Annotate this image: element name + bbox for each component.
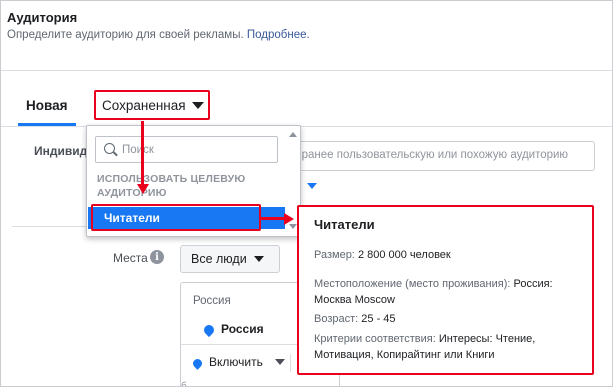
dropdown-section-title: ИСПОЛЬЗОВАТЬ ЦЕЛЕВУЮ АУДИТОРИЮ — [97, 173, 246, 199]
annotation-arrow-head — [284, 212, 294, 225]
card-title: Читатели — [314, 217, 375, 232]
location-pin-icon — [201, 322, 217, 338]
info-icon[interactable]: i — [150, 250, 164, 264]
location-item-label: Россия — [221, 322, 264, 336]
dropdown-search-placeholder: Поиск — [122, 143, 154, 156]
card-age-label: Возраст: — [314, 313, 359, 325]
chevron-down-icon — [274, 359, 285, 365]
location-country-header: Россия — [193, 295, 231, 307]
all-people-dropdown[interactable]: Все люди — [180, 245, 280, 273]
card-size-value: 2 800 000 человек — [357, 249, 451, 261]
chevron-down-icon — [253, 256, 264, 262]
section-subtitle: Определите аудиторию для своей рекламы. … — [7, 29, 310, 41]
section-title: Аудитория — [7, 10, 78, 25]
chevron-down-icon[interactable] — [307, 183, 317, 189]
more-link[interactable]: Подробнее. — [247, 29, 310, 41]
card-criteria-label: Критерии соответствия: — [314, 333, 436, 345]
card-location: Местоположение (место проживания): Росси… — [314, 276, 584, 308]
annotation-arrow-head — [136, 184, 149, 194]
audience-info-card: Читатели Размер: 2 800 000 человек Место… — [297, 205, 594, 375]
card-size: Размер: 2 800 000 человек — [314, 247, 584, 263]
include-separator — [290, 354, 291, 372]
annotation-arrow-line — [261, 217, 285, 220]
audience-search-input[interactable]: о ранее пользовательскую или похожую ауд… — [290, 141, 595, 171]
tab-saved-label: Сохраненная — [102, 97, 186, 113]
card-location-label: Местоположение (место проживания): — [314, 278, 511, 290]
places-label: Места — [113, 251, 148, 265]
card-age-value: 25 - 45 — [361, 313, 396, 325]
chevron-down-icon — [191, 101, 204, 109]
custom-audience-label: Индивид — [34, 144, 88, 158]
include-label: Включить — [209, 355, 263, 369]
tab-new[interactable]: Новая — [26, 98, 68, 113]
card-criteria: Критерии соответствия: Интересы: Чтение,… — [314, 331, 584, 363]
all-people-label: Все люди — [191, 252, 247, 266]
annotation-highlight-box — [91, 204, 261, 231]
dropdown-search-input[interactable]: Поиск — [95, 136, 278, 163]
include-dropdown[interactable]: Включить — [191, 355, 285, 370]
location-pin-icon — [191, 356, 204, 370]
header-divider — [0, 70, 613, 71]
search-icon — [104, 143, 115, 154]
scroll-up-icon[interactable] — [289, 132, 297, 137]
tab-saved-dropdown[interactable]: Сохраненная — [94, 90, 210, 120]
annotation-arrow-line — [141, 121, 144, 186]
scroll-down-icon[interactable] — [289, 224, 297, 229]
truncated-text: б — [181, 381, 187, 387]
location-item: Россия — [201, 322, 264, 338]
subtitle-text: Определите аудиторию для своей рекламы. — [7, 29, 244, 41]
card-age: Возраст: 25 - 45 — [314, 311, 584, 327]
card-size-label: Размер: — [314, 249, 355, 261]
